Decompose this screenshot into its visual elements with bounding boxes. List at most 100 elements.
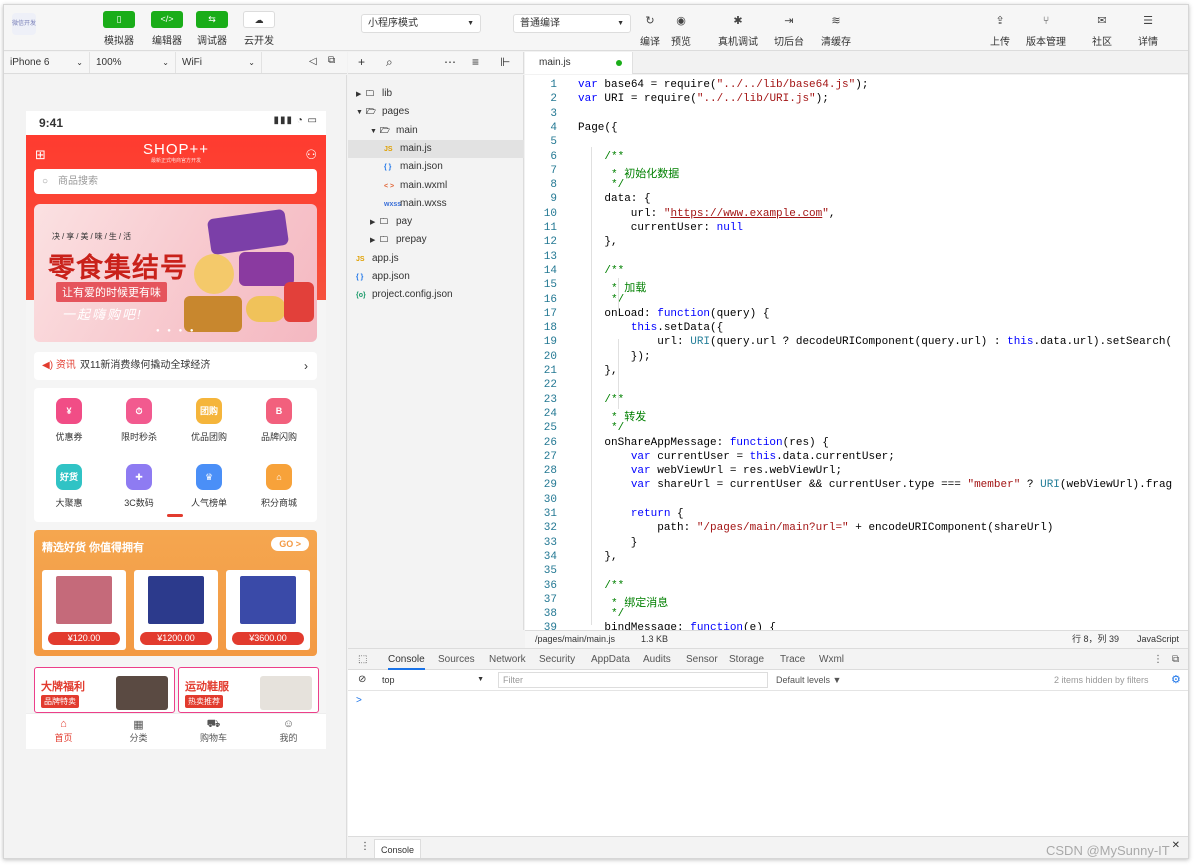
toolbar-label: 调试器 [197,36,227,47]
goods-card[interactable]: ¥3600.00 [226,570,310,650]
line-number: 8 [550,179,557,192]
toolbar-label: 预览 [671,37,691,48]
debug-button[interactable]: ⇆ 调试器 [192,11,232,47]
devtools-tab-wxml[interactable]: Wxml [819,649,844,670]
close-icon[interactable]: ✕ [1172,840,1180,851]
grid-item[interactable]: ⏱ 限时秒杀 [104,398,174,443]
switch-button[interactable]: ⇥ 切后台 [765,13,813,48]
grid-item[interactable]: ✚ 3C数码 [104,464,174,509]
mode-select[interactable]: 小程序模式 ▼ [361,14,481,33]
bug-button[interactable]: ✱ 真机调试 [714,13,762,48]
devtools-tab-storage[interactable]: Storage [729,649,764,670]
status-language[interactable]: JavaScript [1137,631,1179,648]
chat-button[interactable]: ✉ 社区 [1078,13,1126,48]
devtools-tab-appdata[interactable]: AppData [591,649,630,670]
news-ticker[interactable]: ◀) 资讯 双11新消费缘何撬动全球经济 › [34,352,317,380]
split-icon[interactable]: ⊩ [500,55,510,69]
add-icon[interactable]: + [358,55,365,69]
search-input[interactable]: ○ 商品搜索 [34,169,317,194]
dock-icon[interactable]: ⧉ [1172,649,1179,670]
tree-item[interactable]: wxssmain.wxss [348,195,524,213]
code-button[interactable]: </> 编辑器 [147,11,187,47]
tab-item[interactable]: ☺ 我的 [251,718,326,744]
zoom-select[interactable]: 100% ⌄ [90,52,176,73]
inspect-icon[interactable]: ⬚ [358,649,367,670]
sound-icon[interactable]: ◁ [309,56,317,67]
tree-item[interactable]: ▼ 🗁 pages [348,103,524,121]
gear-icon[interactable]: ⚙ [1171,670,1181,690]
grid-item[interactable]: 团购 优品团购 [174,398,244,443]
search-icon[interactable]: ⌕ [386,55,393,70]
context-select[interactable]: top ▼ [378,672,488,688]
phone-button[interactable]: ▯ 模拟器 [99,11,139,47]
eye-button[interactable]: ◉ 预览 [662,13,700,48]
levels-select[interactable]: Default levels ▼ [776,670,841,690]
grid-item-label: 积分商城 [260,498,297,508]
devtools-tab-security[interactable]: Security [539,649,575,670]
network-select[interactable]: WiFi ⌄ [176,52,262,73]
grid-item[interactable]: ¥ 优惠券 [34,398,104,443]
filter-input[interactable]: Filter [498,672,768,688]
cloud-button[interactable]: ☁ 云开发 [239,11,279,47]
tab-item[interactable]: ⌂ 首页 [26,718,101,744]
promo-card[interactable]: 运动鞋服 热卖推荐 [178,667,319,713]
tree-item[interactable]: ▶ 🗀 pay [348,213,524,231]
tree-item[interactable]: {o} project.config.json [348,286,524,304]
tree-item[interactable]: ▶ 🗀 prepay [348,231,524,249]
goods-card[interactable]: ¥1200.00 [134,570,218,650]
devtools-tab-audits[interactable]: Audits [643,649,671,670]
layers-button[interactable]: ≋ 清缓存 [812,13,860,48]
grid-item[interactable]: ♛ 人气榜单 [174,464,244,509]
version-button[interactable]: ⑂ 版本管理 [1022,13,1070,48]
tree-item-label: pay [396,216,413,228]
clear-icon[interactable]: ⊘ [358,670,366,690]
tab-item[interactable]: ⛟ 购物车 [176,718,251,744]
upload-button[interactable]: ⇪ 上传 [976,13,1024,48]
tree-item[interactable]: { } main.json [348,158,524,176]
file-json-icon: { } [384,164,392,172]
line-number: 13 [543,250,557,263]
tree-item[interactable]: < > main.wxml [348,177,524,195]
tree-item-label: lib [382,88,393,99]
app-logo: 微信开发 [12,13,36,35]
status-bar: 9:41 ▮▮▮ ◔ ▭ [26,111,326,135]
line-number: 15 [543,279,557,292]
snack-jar-image [194,254,234,294]
more-vertical-icon[interactable]: ⋮ [360,841,370,852]
code-editor[interactable]: 1 2 3 4 5 6 7 8 9 10 11 12 13 14 15 16 17 18 19 20 21 22 23 24 2… [525,75,1188,630]
goods-card[interactable]: ¥120.00 [42,570,126,650]
console-output[interactable]: > [348,691,1188,836]
editor-tab-main-js[interactable]: main.js [525,52,633,74]
devtools-tab-sources[interactable]: Sources [438,649,475,670]
devtools-tab-trace[interactable]: Trace [780,649,805,670]
compile-select[interactable]: 普通编译 ▼ [513,14,631,33]
more-icon[interactable]: ⋯ [444,55,456,69]
grid-item-label: 优品团购 [190,432,227,442]
tree-item[interactable]: JS app.js [348,250,524,268]
tree-item[interactable]: ▼ 🗁 main [348,122,524,140]
tree-item[interactable]: JS main.js [348,139,524,158]
line-number: 14 [543,264,557,277]
grid-item[interactable]: 好货 大聚惠 [34,464,104,509]
more-vertical-icon[interactable]: ⋮ [1153,649,1163,670]
grid-item[interactable]: B 品牌闪购 [244,398,314,443]
promo-card[interactable]: 大牌福利 品牌特卖 [34,667,175,713]
promo-banner[interactable]: 决/享/美/味/生/活 零食集结号 让有爱的时候更有味 一起嗨购吧! ● ● ●… [34,204,317,342]
device-select[interactable]: iPhone 6 ⌄ [4,52,90,73]
tab-item[interactable]: ▦ 分类 [101,718,176,744]
devtools-tab-network[interactable]: Network [489,649,526,670]
status-cursor-position[interactable]: 行 8，列 39 [1072,631,1119,648]
user-icon[interactable]: ⚇ [305,147,317,163]
drawer-tab-console[interactable]: Console [374,839,422,858]
grid-item[interactable]: ⌂ 积分商城 [244,464,314,509]
popout-icon[interactable]: ⧉ [328,55,335,66]
collapse-icon[interactable]: ≡ [472,55,479,69]
menu-button[interactable]: ☰ 详情 [1124,13,1172,48]
devtools-tab-sensor[interactable]: Sensor [686,649,718,670]
code-line: */ [578,422,625,435]
tree-item[interactable]: { } app.json [348,268,524,286]
tree-item[interactable]: ▶ 🗀 lib [348,85,524,103]
devtools-tab-console[interactable]: Console [388,649,425,670]
goods-price: ¥1200.00 [140,632,212,645]
go-button[interactable]: GO > [271,537,309,551]
